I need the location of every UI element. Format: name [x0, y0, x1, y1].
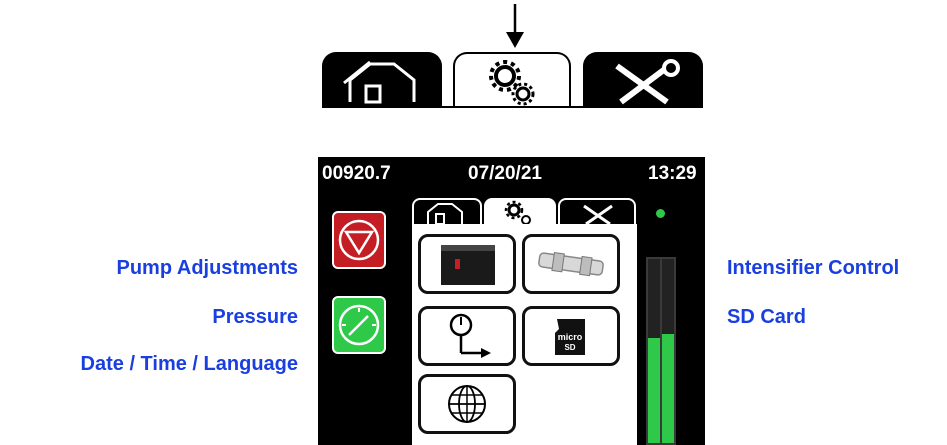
house-icon	[343, 60, 416, 104]
label-pressure: Pressure	[212, 306, 298, 328]
intensifier-control-button[interactable]	[522, 234, 620, 294]
svg-text:micro: micro	[558, 332, 583, 342]
pressure-button[interactable]	[418, 306, 516, 366]
device-screen: 00920.7 07/20/21 13:29 micro SD	[318, 157, 705, 445]
tab-home[interactable]	[322, 52, 442, 108]
label-pump-adjustments: Pump Adjustments	[116, 257, 299, 279]
svg-text:SD: SD	[564, 343, 575, 352]
pump-adjustments-button[interactable]	[418, 234, 516, 294]
pump-icon	[441, 245, 495, 285]
status-date: 07/20/21	[468, 163, 542, 184]
level-meter	[646, 257, 676, 445]
meter-left-fill	[648, 338, 660, 443]
status-led	[656, 209, 665, 218]
screen-tab-home[interactable]	[412, 198, 482, 226]
screen-tab-settings[interactable]	[484, 198, 556, 226]
label-intensifier-control: Intensifier Control	[727, 257, 900, 279]
status-counter: 00920.7	[322, 163, 391, 184]
gauge-button[interactable]	[332, 296, 386, 354]
stop-icon	[338, 219, 380, 261]
label-date-time-language: Date / Time / Language	[80, 353, 298, 375]
pointer-arrow-icon	[506, 4, 524, 48]
meter-right-track	[662, 259, 674, 443]
micro-sd-icon: micro SD	[555, 319, 585, 355]
stop-button[interactable]	[332, 211, 386, 269]
tab-tools[interactable]	[583, 52, 703, 108]
screen-tab-tools[interactable]	[558, 198, 636, 226]
gauge-icon	[338, 304, 380, 346]
gears-icon	[504, 200, 531, 225]
globe-icon	[448, 385, 486, 423]
wrench-screwdriver-icon	[583, 204, 613, 226]
settings-menu-panel: micro SD	[412, 224, 637, 445]
date-time-language-button[interactable]	[418, 374, 516, 434]
meter-left-track	[648, 259, 660, 443]
tab-settings[interactable]	[453, 52, 571, 108]
intensifier-icon	[538, 252, 604, 277]
sd-card-button[interactable]: micro SD	[522, 306, 620, 366]
pressure-gauge-icon	[449, 313, 491, 358]
gears-icon	[489, 60, 535, 106]
tab-baseline	[322, 106, 703, 108]
house-icon	[427, 203, 463, 225]
meter-right-fill	[662, 334, 674, 443]
wrench-screwdriver-icon	[615, 59, 680, 105]
label-sd-card: SD Card	[727, 306, 806, 328]
status-time: 13:29	[648, 163, 697, 184]
